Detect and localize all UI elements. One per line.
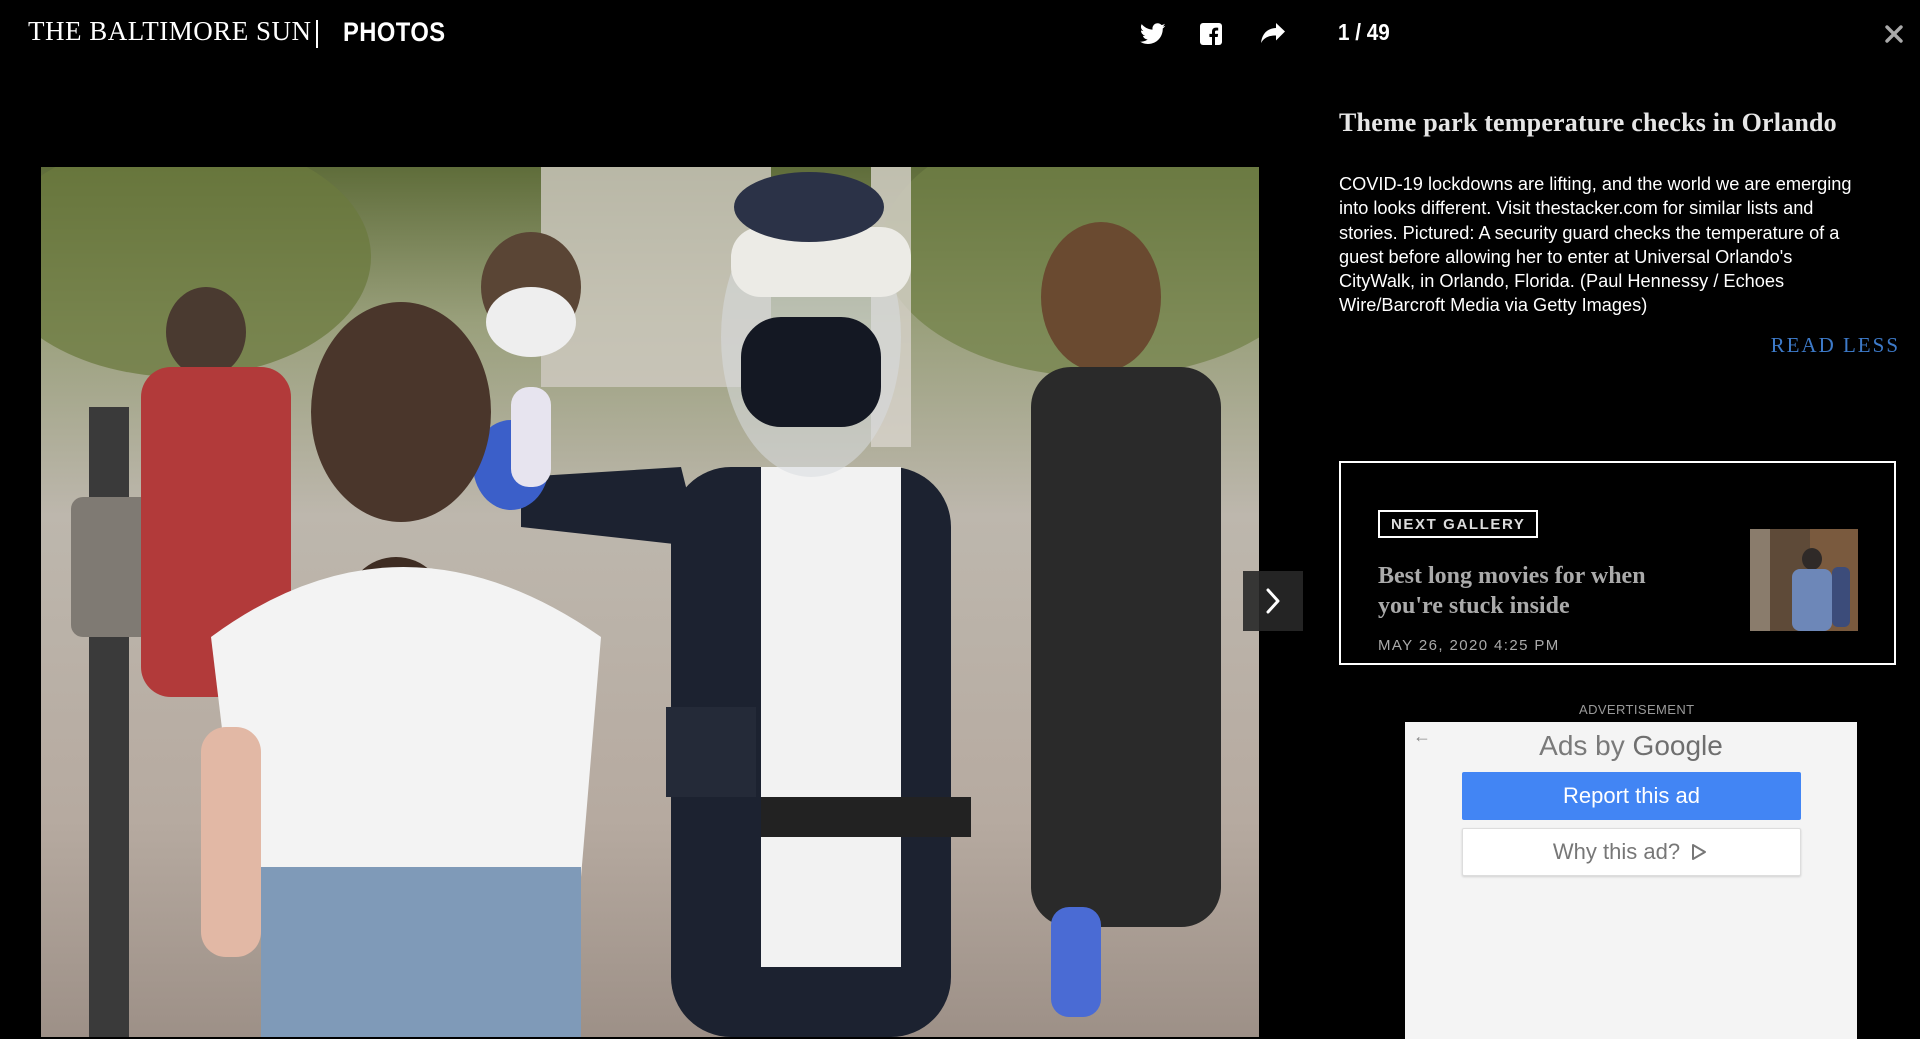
facebook-share-button[interactable] (1195, 18, 1227, 50)
advertisement-label: ADVERTISEMENT (1579, 702, 1695, 717)
facebook-icon (1200, 23, 1222, 45)
next-photo-button[interactable] (1243, 571, 1303, 631)
twitter-share-button[interactable] (1137, 18, 1169, 50)
caption-line: Wire/Barcroft Media via Getty Images) (1339, 295, 1648, 316)
site-logo[interactable]: THE BALTIMORE SUN (28, 16, 312, 47)
thumbnail-illustration (1750, 529, 1858, 631)
ads-by-text: Ads by (1539, 730, 1625, 761)
chevron-right-icon (1266, 588, 1280, 614)
section-label[interactable]: PHOTOS (343, 17, 446, 48)
gallery-photo[interactable] (41, 167, 1259, 1037)
next-gallery-badge: NEXT GALLERY (1378, 510, 1539, 538)
next-gallery-card[interactable]: NEXT GALLERY Best long movies for when y… (1339, 461, 1896, 665)
caption-body: COVID-19 lockdowns are lifting, and the … (1339, 172, 1884, 318)
next-gallery-title-line: you're stuck inside (1378, 593, 1570, 619)
ad-container: ← Ads by Google Report this ad Why this … (1405, 722, 1857, 1039)
next-gallery-title-line: Best long movies for when (1378, 563, 1646, 589)
google-brand-text: Google (1632, 730, 1723, 761)
read-less-link[interactable]: READ LESS (1771, 333, 1900, 358)
ad-choices-icon (1692, 844, 1707, 860)
close-button[interactable] (1880, 18, 1908, 50)
caption-line: stories. Pictured: A security guard chec… (1339, 222, 1840, 243)
twitter-icon (1140, 23, 1166, 44)
caption-line: into looks different. Visit thestacker.c… (1339, 198, 1814, 219)
caption-line: COVID-19 lockdowns are lifting, and the … (1339, 174, 1852, 194)
report-ad-button[interactable]: Report this ad (1462, 772, 1801, 820)
share-icon (1261, 23, 1285, 43)
caption-line: guest before allowing her to enter at Un… (1339, 246, 1793, 267)
next-gallery-title[interactable]: Best long movies for when you're stuck i… (1378, 561, 1718, 621)
photo-illustration (41, 167, 1259, 1037)
logo-divider (316, 20, 318, 48)
close-icon (1885, 25, 1903, 43)
caption-line: CityWalk, in Orlando, Florida. (Paul Hen… (1339, 271, 1785, 292)
next-gallery-thumbnail[interactable] (1750, 529, 1858, 631)
next-gallery-date: MAY 26, 2020 4:25 PM (1378, 637, 1560, 654)
why-this-ad-label: Why this ad? (1552, 839, 1681, 864)
top-bar: THE BALTIMORE SUN PHOTOS 1 / 49 (0, 0, 1920, 70)
ads-by-google-label: Ads by Google (1405, 730, 1857, 762)
share-button[interactable] (1257, 18, 1289, 50)
why-this-ad-button[interactable]: Why this ad? (1462, 828, 1801, 876)
photo-counter: 1 / 49 (1338, 19, 1390, 45)
caption-title: Theme park temperature checks in Orlando (1339, 108, 1837, 137)
